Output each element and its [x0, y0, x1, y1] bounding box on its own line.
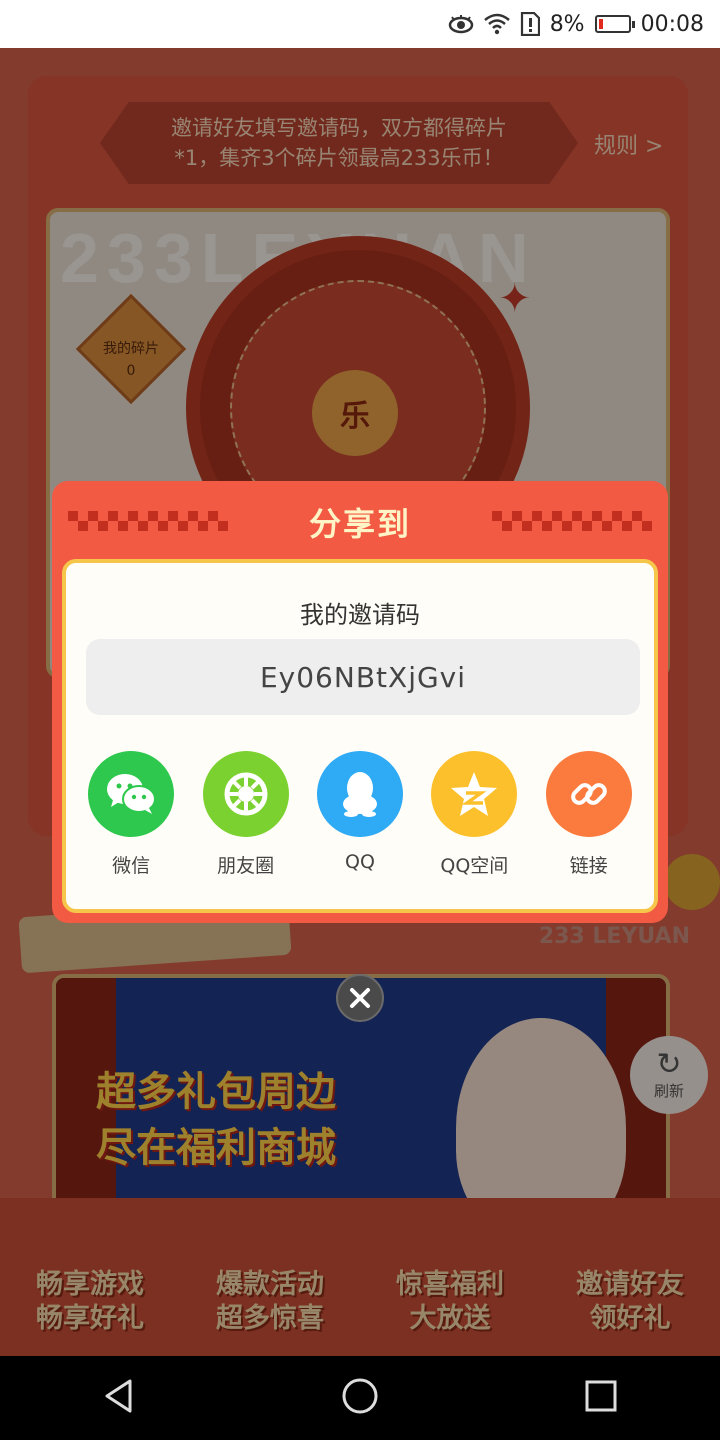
- moments-icon[interactable]: [202, 751, 289, 837]
- share-qq[interactable]: QQ: [305, 751, 415, 878]
- status-bar: 8% 00:08: [0, 0, 720, 48]
- wifi-icon: [483, 13, 510, 35]
- share-qq-label: QQ: [345, 851, 375, 873]
- share-dialog: 分享到 我的邀请码 Ey06NBtXjGvi 微信 朋友圈 QQ QQ空间 链接: [52, 481, 668, 923]
- close-icon: [350, 988, 370, 1008]
- home-icon[interactable]: [341, 1377, 379, 1419]
- navigation-bar: [0, 1356, 720, 1440]
- wechat-icon[interactable]: [88, 751, 175, 837]
- share-moments-label: 朋友圈: [217, 855, 275, 877]
- back-icon[interactable]: [102, 1378, 136, 1418]
- eye-comfort-icon: [448, 14, 474, 34]
- battery-percent: 8%: [549, 11, 585, 37]
- dialog-body: 我的邀请码 Ey06NBtXjGvi 微信 朋友圈 QQ QQ空间 链接: [62, 559, 658, 913]
- invite-code-field[interactable]: Ey06NBtXjGvi: [86, 639, 640, 715]
- dialog-title: 分享到: [308, 505, 411, 543]
- share-wechat[interactable]: 微信: [76, 751, 186, 878]
- share-link[interactable]: 链接: [534, 751, 644, 878]
- close-button[interactable]: [336, 974, 384, 1022]
- share-wechat-label: 微信: [112, 855, 151, 877]
- recents-icon[interactable]: [584, 1379, 618, 1417]
- share-targets: 微信 朋友圈 QQ QQ空间 链接: [66, 751, 654, 878]
- invite-code-label: 我的邀请码: [300, 601, 420, 629]
- qq-icon[interactable]: [316, 751, 403, 837]
- qzone-icon[interactable]: [431, 751, 518, 837]
- share-link-label: 链接: [569, 855, 608, 877]
- share-moments[interactable]: 朋友圈: [191, 751, 301, 878]
- alert-icon: [520, 12, 540, 36]
- share-qzone[interactable]: QQ空间: [419, 751, 529, 878]
- clock: 00:08: [640, 11, 704, 37]
- link-icon[interactable]: [545, 751, 632, 837]
- battery-icon: [594, 15, 635, 33]
- share-qzone-label: QQ空间: [440, 855, 509, 877]
